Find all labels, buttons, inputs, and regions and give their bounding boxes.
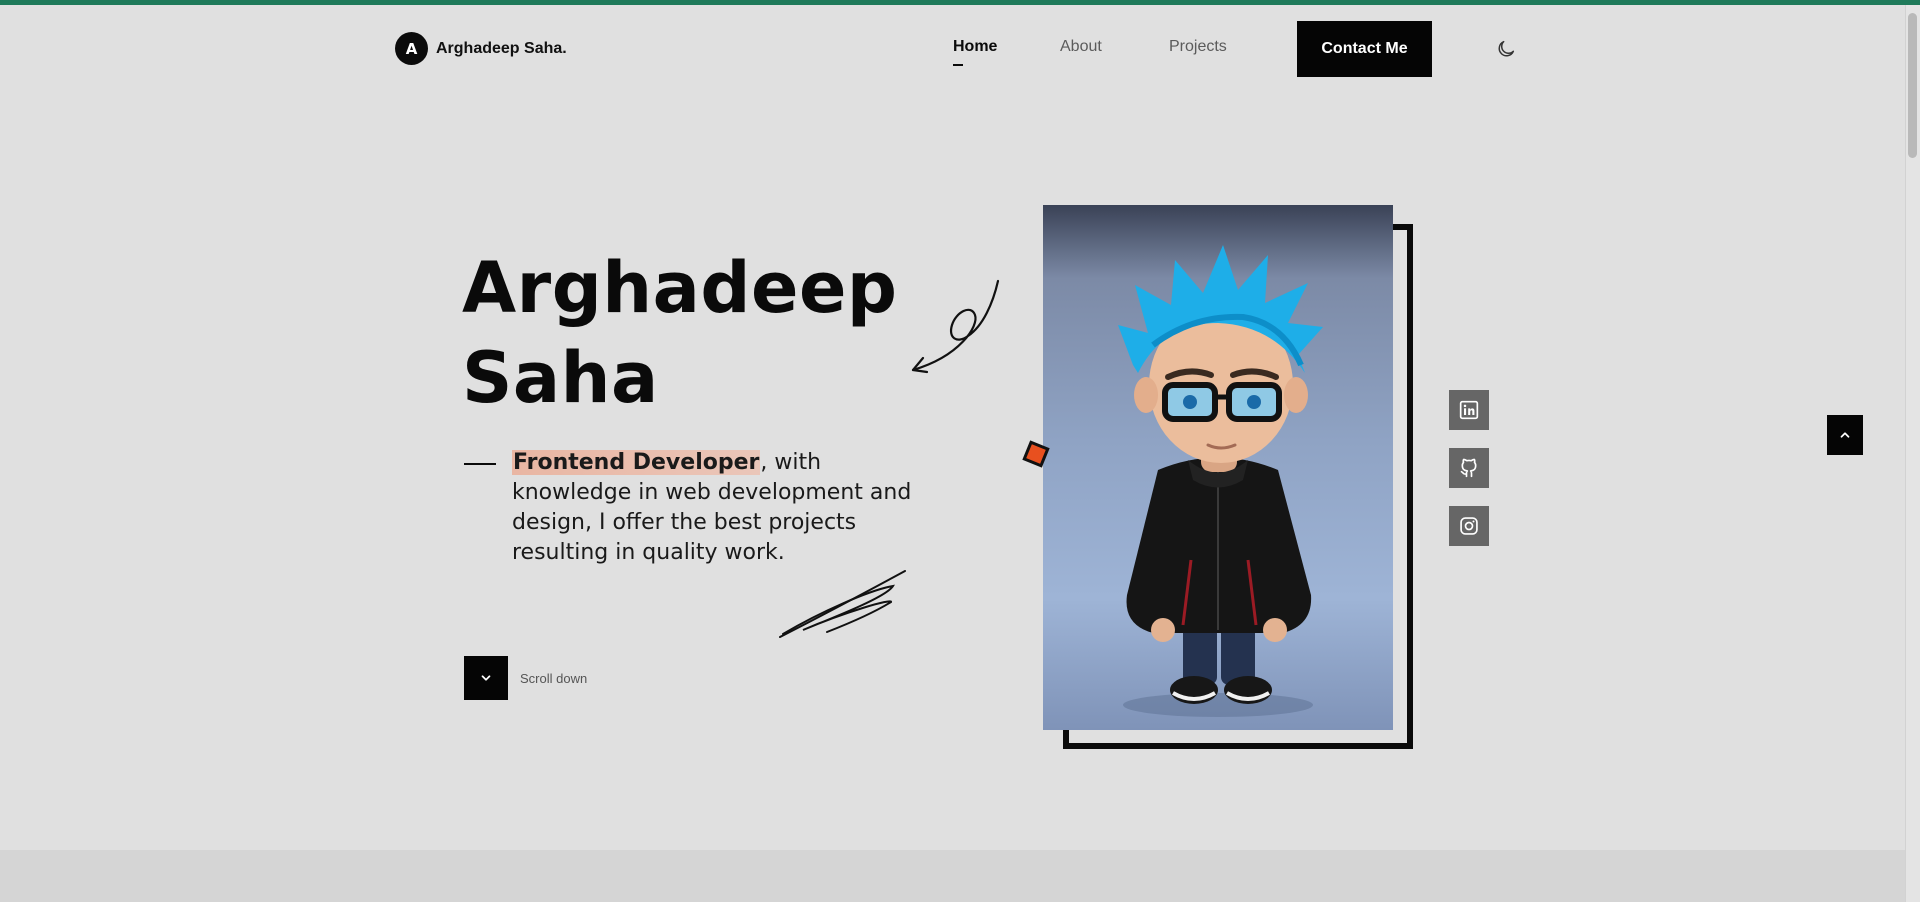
- github-icon: [1460, 458, 1477, 478]
- hero-title: Arghadeep Saha: [462, 243, 898, 423]
- contact-me-button[interactable]: Contact Me: [1297, 21, 1432, 77]
- hero-title-line2: Saha: [462, 337, 659, 419]
- brand-logo[interactable]: A Arghadeep Saha.: [395, 32, 567, 65]
- chevron-down-icon: [481, 675, 491, 681]
- hero-title-line1: Arghadeep: [462, 247, 898, 329]
- profile-portrait: [1043, 205, 1393, 730]
- chevron-up-icon: [1840, 432, 1850, 438]
- nav-home[interactable]: Home: [953, 38, 997, 56]
- top-accent-bar: [0, 0, 1920, 5]
- nav-about[interactable]: About: [1060, 38, 1102, 56]
- nav-active-indicator: [953, 64, 963, 66]
- github-button[interactable]: [1449, 448, 1489, 488]
- scroll-down-label: Scroll down: [520, 671, 588, 686]
- scroll-down-button[interactable]: [464, 656, 508, 700]
- scribble-doodle: [779, 570, 906, 638]
- decorative-diamond: [1022, 440, 1050, 468]
- nav-projects[interactable]: Projects: [1169, 38, 1227, 56]
- logo-badge: A: [395, 32, 428, 65]
- linkedin-icon: [1459, 400, 1479, 420]
- curly-arrow-doodle: [911, 279, 1000, 374]
- instagram-icon: [1460, 517, 1478, 535]
- description-dash: [464, 463, 496, 465]
- hero-description: Frontend Developer, with knowledge in we…: [512, 448, 932, 568]
- next-section-edge: [0, 850, 1905, 902]
- brand-name: Arghadeep Saha.: [436, 39, 567, 57]
- instagram-button[interactable]: [1449, 506, 1489, 546]
- page-scrollbar[interactable]: [1905, 5, 1920, 902]
- linkedin-button[interactable]: [1449, 390, 1489, 430]
- role-highlight: Frontend Developer: [512, 450, 761, 475]
- moon-icon[interactable]: [1495, 38, 1517, 60]
- back-to-top-button[interactable]: [1827, 415, 1863, 455]
- scrollbar-thumb[interactable]: [1908, 13, 1917, 158]
